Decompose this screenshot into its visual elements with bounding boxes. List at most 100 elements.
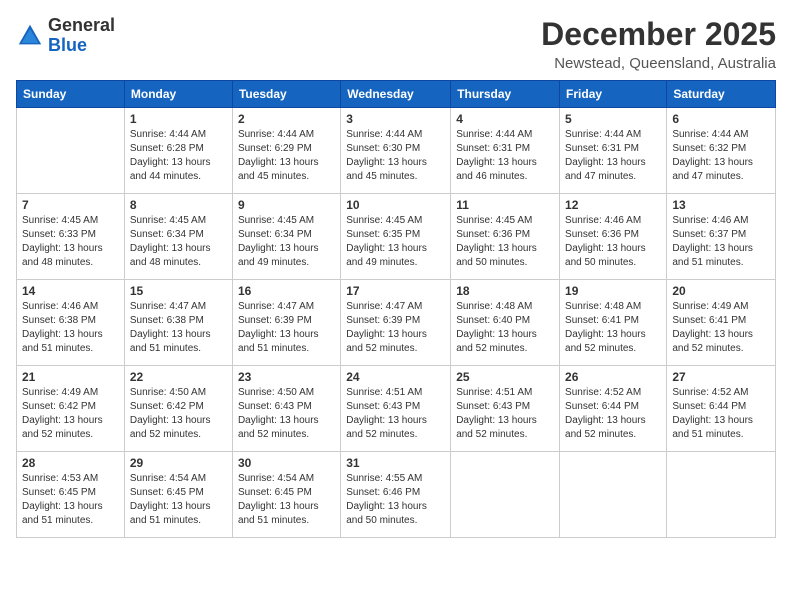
day-cell: 30 Sunrise: 4:54 AMSunset: 6:45 PMDayligh… [232, 452, 340, 538]
day-number: 30 [238, 456, 335, 470]
month-title: December 2025 [541, 16, 776, 53]
day-number: 8 [130, 198, 227, 212]
day-number: 6 [672, 112, 770, 126]
day-number: 7 [22, 198, 119, 212]
day-cell: 19 Sunrise: 4:48 AMSunset: 6:41 PMDayligh… [560, 280, 667, 366]
day-cell [17, 108, 125, 194]
weekday-header: Monday [124, 81, 232, 108]
day-cell: 21 Sunrise: 4:49 AMSunset: 6:42 PMDayligh… [17, 366, 125, 452]
weekday-header: Tuesday [232, 81, 340, 108]
day-number: 19 [565, 284, 661, 298]
day-info: Sunrise: 4:49 AMSunset: 6:42 PMDaylight:… [22, 386, 119, 442]
day-info: Sunrise: 4:45 AMSunset: 6:33 PMDaylight:… [22, 214, 119, 270]
day-info: Sunrise: 4:47 AMSunset: 6:39 PMDaylight:… [238, 300, 335, 356]
day-cell: 28Sunrise: 4:53 AMSunset: 6:45 PMDayligh… [17, 452, 125, 538]
location: Newstead, Queensland, Australia [541, 55, 776, 72]
day-info: Sunrise: 4:53 AMSunset: 6:45 PMDaylight:… [22, 472, 119, 528]
weekday-header: Thursday [451, 81, 560, 108]
day-cell [667, 452, 776, 538]
day-info: Sunrise: 4:44 AMSunset: 6:30 PMDaylight:… [346, 128, 445, 184]
day-number: 18 [456, 284, 554, 298]
day-number: 4 [456, 112, 554, 126]
day-cell: 2 Sunrise: 4:44 AMSunset: 6:29 PMDaylight… [232, 108, 340, 194]
weekday-header: Saturday [667, 81, 776, 108]
day-number: 14 [22, 284, 119, 298]
day-cell: 15 Sunrise: 4:47 AMSunset: 6:38 PMDayligh… [124, 280, 232, 366]
day-number: 22 [130, 370, 227, 384]
day-number: 31 [346, 456, 445, 470]
day-number: 13 [672, 198, 770, 212]
title-block: December 2025 Newstead, Queensland, Aust… [541, 16, 776, 72]
day-info: Sunrise: 4:54 AMSunset: 6:45 PMDaylight:… [130, 472, 227, 528]
day-cell: 20Sunrise: 4:49 AMSunset: 6:41 PMDayligh… [667, 280, 776, 366]
day-number: 15 [130, 284, 227, 298]
calendar-table: SundayMondayTuesdayWednesdayThursdayFrid… [16, 80, 776, 538]
day-cell: 8Sunrise: 4:45 AMSunset: 6:34 PMDaylight… [124, 194, 232, 280]
day-cell: 10Sunrise: 4:45 AMSunset: 6:35 PMDayligh… [341, 194, 451, 280]
day-number: 24 [346, 370, 445, 384]
day-info: Sunrise: 4:47 AMSunset: 6:39 PMDaylight:… [346, 300, 445, 356]
day-number: 2 [238, 112, 335, 126]
day-number: 17 [346, 284, 445, 298]
day-info: Sunrise: 4:48 AMSunset: 6:41 PMDaylight:… [565, 300, 661, 356]
day-info: Sunrise: 4:47 AMSunset: 6:38 PMDaylight:… [130, 300, 227, 356]
day-number: 12 [565, 198, 661, 212]
day-cell: 24 Sunrise: 4:51 AMSunset: 6:43 PMDayligh… [341, 366, 451, 452]
day-number: 27 [672, 370, 770, 384]
week-row: 14 Sunrise: 4:46 AMSunset: 6:38 PMDayligh… [17, 280, 776, 366]
day-info: Sunrise: 4:48 AMSunset: 6:40 PMDaylight:… [456, 300, 554, 356]
day-number: 10 [346, 198, 445, 212]
day-number: 5 [565, 112, 661, 126]
logo-text: General Blue [48, 16, 115, 56]
week-row: 1Sunrise: 4:44 AMSunset: 6:28 PMDaylight… [17, 108, 776, 194]
day-number: 16 [238, 284, 335, 298]
day-cell: 29 Sunrise: 4:54 AMSunset: 6:45 PMDayligh… [124, 452, 232, 538]
day-number: 11 [456, 198, 554, 212]
day-number: 26 [565, 370, 661, 384]
day-info: Sunrise: 4:55 AMSunset: 6:46 PMDaylight:… [346, 472, 445, 528]
day-info: Sunrise: 4:49 AMSunset: 6:41 PMDaylight:… [672, 300, 770, 356]
weekday-header: Wednesday [341, 81, 451, 108]
day-cell: 5 Sunrise: 4:44 AMSunset: 6:31 PMDaylight… [560, 108, 667, 194]
day-cell [451, 452, 560, 538]
logo-icon [16, 22, 44, 50]
day-cell: 25 Sunrise: 4:51 AMSunset: 6:43 PMDayligh… [451, 366, 560, 452]
day-cell: 13Sunrise: 4:46 AMSunset: 6:37 PMDayligh… [667, 194, 776, 280]
day-info: Sunrise: 4:44 AMSunset: 6:32 PMDaylight:… [672, 128, 770, 184]
day-info: Sunrise: 4:46 AMSunset: 6:38 PMDaylight:… [22, 300, 119, 356]
logo: General Blue [16, 16, 115, 56]
week-row: 7 Sunrise: 4:45 AMSunset: 6:33 PMDaylight… [17, 194, 776, 280]
day-info: Sunrise: 4:51 AMSunset: 6:43 PMDaylight:… [346, 386, 445, 442]
day-cell: 27 Sunrise: 4:52 AMSunset: 6:44 PMDayligh… [667, 366, 776, 452]
day-cell: 3 Sunrise: 4:44 AMSunset: 6:30 PMDaylight… [341, 108, 451, 194]
day-cell: 4 Sunrise: 4:44 AMSunset: 6:31 PMDaylight… [451, 108, 560, 194]
weekday-header: Friday [560, 81, 667, 108]
day-cell: 1Sunrise: 4:44 AMSunset: 6:28 PMDaylight… [124, 108, 232, 194]
day-info: Sunrise: 4:44 AMSunset: 6:31 PMDaylight:… [456, 128, 554, 184]
day-info: Sunrise: 4:52 AMSunset: 6:44 PMDaylight:… [565, 386, 661, 442]
day-number: 21 [22, 370, 119, 384]
page-header: General Blue December 2025 Newstead, Que… [16, 16, 776, 72]
day-info: Sunrise: 4:44 AMSunset: 6:29 PMDaylight:… [238, 128, 335, 184]
day-info: Sunrise: 4:50 AMSunset: 6:43 PMDaylight:… [238, 386, 335, 442]
day-info: Sunrise: 4:50 AMSunset: 6:42 PMDaylight:… [130, 386, 227, 442]
day-cell: 16 Sunrise: 4:47 AMSunset: 6:39 PMDayligh… [232, 280, 340, 366]
week-row: 21 Sunrise: 4:49 AMSunset: 6:42 PMDayligh… [17, 366, 776, 452]
day-info: Sunrise: 4:44 AMSunset: 6:31 PMDaylight:… [565, 128, 661, 184]
day-cell: 7 Sunrise: 4:45 AMSunset: 6:33 PMDaylight… [17, 194, 125, 280]
weekday-header: Sunday [17, 81, 125, 108]
day-cell: 14 Sunrise: 4:46 AMSunset: 6:38 PMDayligh… [17, 280, 125, 366]
day-cell: 17 Sunrise: 4:47 AMSunset: 6:39 PMDayligh… [341, 280, 451, 366]
day-number: 25 [456, 370, 554, 384]
day-info: Sunrise: 4:54 AMSunset: 6:45 PMDaylight:… [238, 472, 335, 528]
day-cell: 26 Sunrise: 4:52 AMSunset: 6:44 PMDayligh… [560, 366, 667, 452]
day-number: 1 [130, 112, 227, 126]
day-number: 29 [130, 456, 227, 470]
day-cell: 23Sunrise: 4:50 AMSunset: 6:43 PMDayligh… [232, 366, 340, 452]
day-info: Sunrise: 4:52 AMSunset: 6:44 PMDaylight:… [672, 386, 770, 442]
day-number: 3 [346, 112, 445, 126]
day-info: Sunrise: 4:51 AMSunset: 6:43 PMDaylight:… [456, 386, 554, 442]
day-info: Sunrise: 4:45 AMSunset: 6:34 PMDaylight:… [238, 214, 335, 270]
header-row: SundayMondayTuesdayWednesdayThursdayFrid… [17, 81, 776, 108]
day-cell: 11Sunrise: 4:45 AMSunset: 6:36 PMDayligh… [451, 194, 560, 280]
